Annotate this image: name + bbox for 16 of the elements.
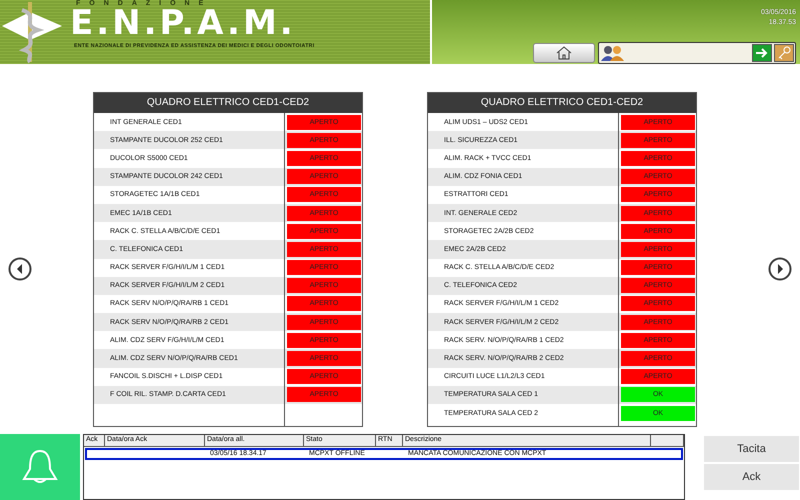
ack-button[interactable]: Ack — [704, 464, 799, 490]
key-button[interactable] — [774, 44, 794, 62]
panel-title: QUADRO ELETTRICO CED1-CED2 — [428, 93, 696, 113]
caduceus-logo-icon — [0, 2, 64, 64]
login-field[interactable] — [598, 42, 796, 64]
key-icon — [777, 46, 791, 60]
logo-text: E.N.P.A.M. — [70, 6, 296, 40]
users-icon — [600, 45, 626, 61]
home-button[interactable] — [533, 43, 595, 63]
silence-button[interactable]: Tacita — [704, 436, 799, 462]
panel-title: QUADRO ELETTRICO CED1-CED2 — [94, 93, 362, 113]
arrow-right-icon — [755, 47, 769, 59]
enter-button[interactable] — [752, 44, 772, 62]
chevron-right-icon — [768, 257, 792, 281]
home-icon — [556, 46, 572, 60]
chevron-left-icon — [8, 257, 32, 281]
